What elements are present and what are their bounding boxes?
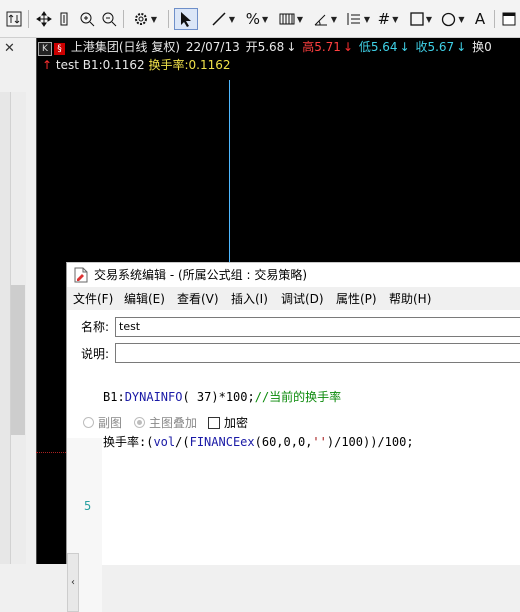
vertical-bar-icon[interactable] — [56, 8, 72, 30]
code-function: FINANCEex — [189, 435, 255, 449]
main-overlay-radio[interactable] — [134, 417, 145, 428]
main-overlay-label: 主图叠加 — [149, 416, 198, 430]
toolbar-separator — [123, 10, 124, 28]
description-field[interactable] — [115, 343, 520, 363]
stock-name: 上港集团(日线 复权) — [70, 40, 181, 54]
turnover-short: 换0 — [472, 40, 492, 54]
description-label: 说明: — [81, 347, 110, 361]
kline-badge[interactable]: K — [38, 42, 52, 56]
dialog-menu-bar: 文件(F) 编辑(E) 查看(V) 插入(I) 调试(D) 属性(P) 帮助(H… — [67, 288, 520, 310]
code-string: '' — [312, 435, 327, 449]
parallel-lines-icon[interactable]: ▼ — [342, 8, 374, 30]
menu-properties[interactable]: 属性(P) — [336, 292, 377, 306]
bar-tool-icon[interactable]: ▼ — [274, 8, 308, 30]
code-identifier: 换手率:( — [103, 435, 154, 449]
low-price: 低5.64 — [358, 40, 398, 54]
code-comment: //当前的换手率 — [254, 390, 342, 404]
code-operator: /( — [175, 435, 190, 449]
arrow-down-icon: ↓ — [456, 40, 467, 54]
arrow-up-icon: ↑ — [42, 58, 53, 72]
main-toolbar: ▼ ▼ % ▼ ▼ ▼ ▼ # ▼ ▼ ▼ A — [0, 0, 520, 38]
indicator-name[interactable]: test — [56, 58, 79, 72]
code-identifier: B1: — [103, 390, 125, 404]
dotted-guide-line — [36, 452, 66, 454]
toolbar-separator — [168, 10, 169, 28]
line-number: 5 — [84, 499, 92, 513]
code-line-1[interactable]: B1:DYNAINFO( 37)*100;//当前的换手率 — [103, 390, 341, 404]
document-icon — [74, 267, 88, 283]
encrypt-label: 加密 — [224, 416, 249, 430]
high-price: 高5.71 — [302, 40, 341, 54]
menu-view[interactable]: 查看(V) — [177, 292, 219, 306]
settings-icon[interactable]: ▼ — [129, 8, 161, 30]
line-tool-icon[interactable]: ▼ — [206, 8, 240, 30]
close-icon[interactable]: ✕ — [0, 38, 34, 60]
code-expression: ( 37)*100; — [182, 390, 255, 404]
dialog-body: 名称: test 说明: 副图 主图叠加 加密 ‹ 5 B1:DYNAINFO(… — [67, 310, 520, 612]
menu-file[interactable]: 文件(F) — [73, 292, 113, 306]
sub-chart-radio[interactable] — [83, 417, 94, 428]
arrow-down-icon: ↓ — [399, 40, 410, 54]
percent-tool-icon[interactable]: % ▼ — [242, 8, 272, 30]
menu-debug[interactable]: 调试(D) — [281, 292, 324, 306]
move-icon[interactable] — [34, 8, 54, 30]
dialog-title-bar[interactable]: 交易系统编辑 - (所属公式组 : 交易策略) — [67, 263, 520, 287]
open-price: 开5.68 — [245, 40, 285, 54]
text-tool-icon[interactable]: A — [470, 8, 490, 30]
code-line-2[interactable]: 换手率:(vol/(FINANCEex(60,0,0,'')/100))/100… — [103, 435, 414, 449]
code-expression: )/100))/100; — [326, 435, 414, 449]
angle-tool-icon[interactable]: ▼ — [310, 8, 340, 30]
window-icon[interactable] — [500, 8, 518, 30]
window-layout-icon[interactable] — [4, 8, 24, 30]
indicator-info-bar: ↑ test B1:0.1162 换手率:0.1162 — [42, 57, 231, 73]
close-price: 收5.67 — [415, 40, 455, 54]
arrow-down-icon: ↓ — [342, 40, 353, 54]
toolbar-separator — [28, 10, 29, 28]
quote-date: 22/07/13 — [185, 40, 240, 54]
zoom-out-icon[interactable] — [100, 8, 118, 30]
code-function: DYNAINFO — [124, 390, 183, 404]
menu-insert[interactable]: 插入(I) — [231, 292, 268, 306]
arrow-down-icon: ↓ — [286, 40, 297, 54]
sub-chart-label: 副图 — [98, 416, 123, 430]
indicator-turnover-value: 换手率:0.1162 — [148, 58, 231, 72]
grid-icon[interactable]: # ▼ — [374, 8, 402, 30]
quote-info-bar: K § 上港集团(日线 复权) 22/07/13 开5.68 ↓ 高5.71 ↓ 低5… — [38, 39, 520, 56]
cursor-icon[interactable] — [174, 8, 198, 30]
indicator-b1-value: B1:0.1162 — [82, 58, 145, 72]
formula-editor-dialog: 交易系统编辑 - (所属公式组 : 交易策略) 文件(F) 编辑(E) 查看(V… — [66, 262, 520, 612]
editor-scroll-left-button[interactable]: ‹ — [67, 553, 79, 612]
code-variable: vol — [153, 435, 176, 449]
menu-edit[interactable]: 编辑(E) — [124, 292, 165, 306]
menu-help[interactable]: 帮助(H) — [389, 292, 431, 306]
toolbar-separator — [494, 10, 495, 28]
name-label: 名称: — [81, 320, 110, 334]
encrypt-checkbox[interactable] — [208, 417, 220, 429]
crosshair-line — [229, 80, 230, 262]
code-arguments: (60,0,0, — [254, 435, 313, 449]
circle-tool-icon[interactable]: ▼ — [438, 8, 468, 30]
zoom-in-icon[interactable] — [78, 8, 96, 30]
name-field[interactable]: test — [115, 317, 520, 337]
dialog-title: 交易系统编辑 - (所属公式组 : 交易策略) — [94, 268, 307, 282]
left-panel-scroll-thumb[interactable] — [11, 285, 25, 435]
rectangle-tool-icon[interactable]: ▼ — [406, 8, 436, 30]
rights-badge: § — [54, 43, 65, 55]
